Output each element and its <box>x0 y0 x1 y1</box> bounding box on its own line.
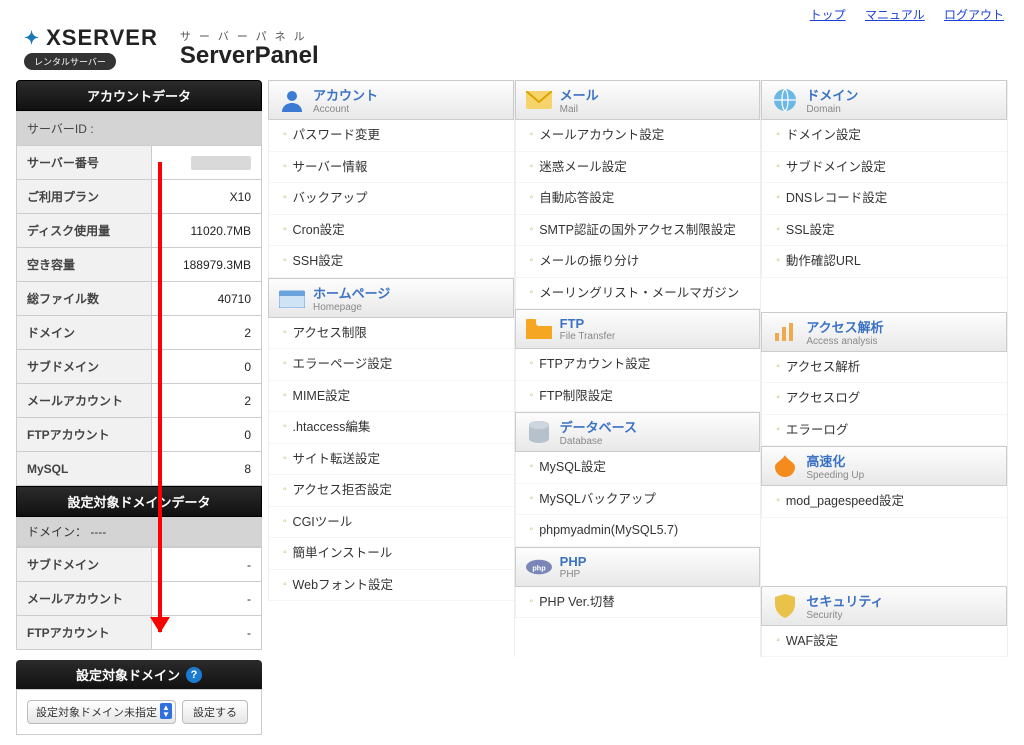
target-domain-header: 設定対象ドメイン ? <box>16 660 262 689</box>
link-mail-filter[interactable]: ◦メールの振り分け <box>516 246 761 278</box>
section-homepage: ホームページHomepage <box>268 278 514 318</box>
top-links: トップ マニュアル ログアウト <box>0 0 1024 23</box>
link-waf[interactable]: ◦WAF設定 <box>762 626 1007 658</box>
link-php-ver[interactable]: ◦PHP Ver.切替 <box>516 587 761 619</box>
brand-badge: レンタルサーバー <box>24 53 116 70</box>
links-security: ◦WAF設定 <box>761 626 1007 658</box>
links-access: ◦アクセス解析 ◦アクセスログ ◦エラーログ <box>761 352 1007 447</box>
brand-logo: ✦ XSERVER <box>24 25 158 51</box>
shield-icon <box>772 593 798 619</box>
link-subdomain[interactable]: ◦サブドメイン設定 <box>762 152 1007 184</box>
link-server-info[interactable]: ◦サーバー情報 <box>269 152 514 184</box>
svg-text:php: php <box>532 563 546 572</box>
link-webfont[interactable]: ◦Webフォント設定 <box>269 570 514 602</box>
folder-icon <box>526 316 552 342</box>
link-access-analysis[interactable]: ◦アクセス解析 <box>762 352 1007 384</box>
link-easy-install[interactable]: ◦簡単インストール <box>269 538 514 570</box>
section-ftp: FTPFile Transfer <box>515 309 761 349</box>
link-check-url[interactable]: ◦動作確認URL <box>762 246 1007 278</box>
server-number-masked <box>191 156 251 170</box>
link-dns[interactable]: ◦DNSレコード設定 <box>762 183 1007 215</box>
link-error-page[interactable]: ◦エラーページ設定 <box>269 349 514 381</box>
column-2: メールMail ◦メールアカウント設定 ◦迷惑メール設定 ◦自動応答設定 ◦SM… <box>515 80 762 657</box>
link-mail-account[interactable]: ◦メールアカウント設定 <box>516 120 761 152</box>
homepage-icon <box>279 285 305 311</box>
column-3: ドメインDomain ◦ドメイン設定 ◦サブドメイン設定 ◦DNSレコード設定 … <box>761 80 1008 657</box>
link-top[interactable]: トップ <box>810 8 846 22</box>
links-ftp: ◦FTPアカウント設定 ◦FTP制限設定 <box>515 349 761 412</box>
link-ftp-account[interactable]: ◦FTPアカウント設定 <box>516 349 761 381</box>
link-ssl[interactable]: ◦SSL設定 <box>762 215 1007 247</box>
select-arrows-icon: ▲▼ <box>160 703 172 719</box>
links-mail: ◦メールアカウント設定 ◦迷惑メール設定 ◦自動応答設定 ◦SMTP認証の国外ア… <box>515 120 761 309</box>
section-mail: メールMail <box>515 80 761 120</box>
link-phpmyadmin[interactable]: ◦phpmyadmin(MySQL5.7) <box>516 515 761 547</box>
mail-icon <box>526 87 552 113</box>
links-domain: ◦ドメイン設定 ◦サブドメイン設定 ◦DNSレコード設定 ◦SSL設定 ◦動作確… <box>761 120 1007 278</box>
link-cgi[interactable]: ◦CGIツール <box>269 507 514 539</box>
section-account: アカウントAccount <box>268 80 514 120</box>
section-security: セキュリティSecurity <box>761 586 1007 626</box>
links-php: ◦PHP Ver.切替 <box>515 587 761 619</box>
link-mime[interactable]: ◦MIME設定 <box>269 381 514 413</box>
account-data-header: アカウントデータ <box>16 80 262 111</box>
link-logout[interactable]: ログアウト <box>944 8 1004 22</box>
domain-line: ドメイン： ---- <box>16 517 262 547</box>
section-speedup: 高速化Speeding Up <box>761 446 1007 486</box>
header: ✦ XSERVER レンタルサーバー サーバーパネル ServerPanel <box>0 23 1024 80</box>
links-database: ◦MySQL設定 ◦MySQLバックアップ ◦phpmyadmin(MySQL5… <box>515 452 761 547</box>
link-manual[interactable]: マニュアル <box>865 8 925 22</box>
link-backup[interactable]: ◦バックアップ <box>269 183 514 215</box>
link-domain-settings[interactable]: ◦ドメイン設定 <box>762 120 1007 152</box>
link-smtp-foreign[interactable]: ◦SMTP認証の国外アクセス制限設定 <box>516 215 761 247</box>
php-icon: php <box>526 554 552 580</box>
link-ftp-restrict[interactable]: ◦FTP制限設定 <box>516 381 761 413</box>
link-access-deny[interactable]: ◦アクセス拒否設定 <box>269 475 514 507</box>
link-error-log[interactable]: ◦エラーログ <box>762 415 1007 447</box>
sidebar: アカウントデータ サーバーID : サーバー番号 ご利用プランX10 ディスク使… <box>16 80 262 735</box>
link-access-restrict[interactable]: ◦アクセス制限 <box>269 318 514 350</box>
link-spam[interactable]: ◦迷惑メール設定 <box>516 152 761 184</box>
section-database: データベースDatabase <box>515 412 761 452</box>
link-mysql-settings[interactable]: ◦MySQL設定 <box>516 452 761 484</box>
section-php: php PHPPHP <box>515 547 761 587</box>
link-ssh[interactable]: ◦SSH設定 <box>269 246 514 278</box>
speed-icon <box>772 453 798 479</box>
link-pagespeed[interactable]: ◦mod_pagespeed設定 <box>762 486 1007 518</box>
links-account: ◦パスワード変更 ◦サーバー情報 ◦バックアップ ◦Cron設定 ◦SSH設定 <box>268 120 514 278</box>
domain-data-header: 設定対象ドメインデータ <box>16 486 262 517</box>
link-mailing-list[interactable]: ◦メーリングリスト・メールマガジン <box>516 278 761 310</box>
link-password-change[interactable]: ◦パスワード変更 <box>269 120 514 152</box>
panel-title: ServerPanel <box>180 44 319 68</box>
links-homepage: ◦アクセス制限 ◦エラーページ設定 ◦MIME設定 ◦.htaccess編集 ◦… <box>268 318 514 602</box>
chart-icon <box>772 319 798 345</box>
account-data-table: サーバーID : サーバー番号 ご利用プランX10 ディスク使用量11020.7… <box>16 111 262 486</box>
link-htaccess[interactable]: ◦.htaccess編集 <box>269 412 514 444</box>
main-panel: アカウントAccount ◦パスワード変更 ◦サーバー情報 ◦バックアップ ◦C… <box>268 80 1008 735</box>
link-mysql-backup[interactable]: ◦MySQLバックアップ <box>516 484 761 516</box>
section-domain: ドメインDomain <box>761 80 1007 120</box>
link-site-transfer[interactable]: ◦サイト転送設定 <box>269 444 514 476</box>
person-icon <box>279 87 305 113</box>
globe-icon <box>772 87 798 113</box>
link-autoreply[interactable]: ◦自動応答設定 <box>516 183 761 215</box>
link-cron[interactable]: ◦Cron設定 <box>269 215 514 247</box>
links-speedup: ◦mod_pagespeed設定 <box>761 486 1007 518</box>
column-1: アカウントAccount ◦パスワード変更 ◦サーバー情報 ◦バックアップ ◦C… <box>268 80 515 657</box>
target-domain-select[interactable]: 設定対象ドメイン未指定 ▲▼ <box>27 700 176 724</box>
domain-data-table: サブドメイン- メールアカウント- FTPアカウント- <box>16 547 262 650</box>
target-domain-set-button[interactable]: 設定する <box>182 700 248 724</box>
section-access: アクセス解析Access analysis <box>761 312 1007 352</box>
help-icon[interactable]: ? <box>186 667 202 683</box>
brand-icon: ✦ <box>24 28 40 49</box>
database-icon <box>526 419 552 445</box>
link-access-log[interactable]: ◦アクセスログ <box>762 383 1007 415</box>
